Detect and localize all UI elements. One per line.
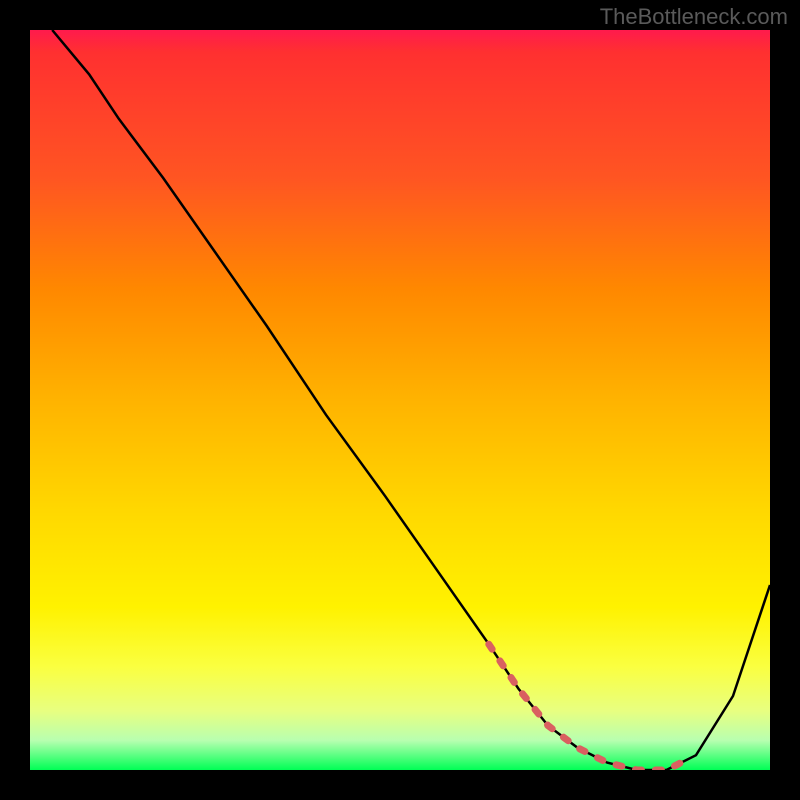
chart-border-left <box>0 30 30 770</box>
chart-border-bottom <box>30 770 770 800</box>
chart-border-right <box>770 30 800 770</box>
chart-plot-area <box>30 30 770 770</box>
watermark-text: TheBottleneck.com <box>600 4 788 30</box>
chart-gradient-background <box>30 30 770 770</box>
